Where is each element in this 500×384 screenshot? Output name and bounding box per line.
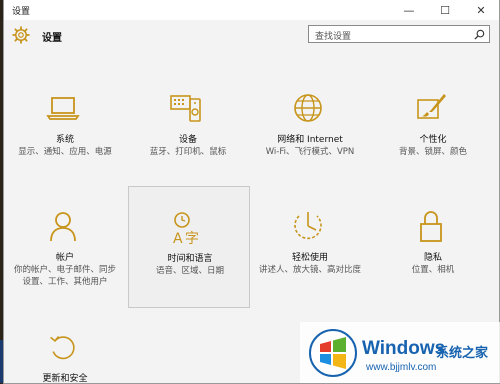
search-icon[interactable] — [474, 29, 485, 40]
watermark-url: www.bjjmlv.com — [366, 362, 437, 373]
update-icon — [50, 335, 75, 360]
svg-text:A: A — [173, 231, 183, 245]
tile-update-security[interactable]: 更新和安全 — [4, 330, 126, 384]
ease-of-access-icon — [294, 212, 322, 240]
tile-desc: 你的帐户、电子邮件、同步设置、工作、其他用户 — [13, 265, 116, 287]
search-placeholder: 查找设置 — [315, 32, 352, 42]
tile-desc: 显示、通知、应用、电源 — [18, 147, 112, 157]
windows-logo-icon — [309, 329, 357, 377]
tile-desc: 背景、锁屏、颜色 — [398, 147, 467, 157]
tile-name: 设备 — [178, 135, 197, 145]
tile-accounts[interactable]: 帐户 你的帐户、电子邮件、同步设置、工作、其他用户 — [4, 204, 126, 322]
globe-icon — [294, 94, 322, 122]
tile-name: 更新和安全 — [42, 374, 88, 384]
close-button[interactable]: ✕ — [463, 0, 499, 20]
paintbrush-icon — [417, 94, 446, 119]
watermark-brand: Windows — [362, 338, 446, 359]
gear-icon — [12, 26, 30, 44]
tile-desc: 位置、相机 — [411, 265, 455, 275]
tile-desc: 讲述人、放大镜、高对比度 — [258, 265, 361, 275]
tile-name: 隐私 — [423, 253, 442, 263]
svg-text:字: 字 — [185, 231, 199, 245]
devices-icon — [170, 95, 201, 122]
tile-desc: Wi-Fi、飞行模式、VPN — [265, 147, 355, 157]
window-title: 设置 — [12, 7, 31, 17]
lock-icon — [420, 211, 442, 242]
watermark: Windows 系统之家 www.bjjmlv.com — [300, 322, 500, 383]
tile-time-language[interactable]: A 字 时间和语言 语音、区域、日期 — [128, 186, 250, 308]
tile-name: 个性化 — [419, 135, 447, 145]
page-title: 设置 — [42, 33, 62, 44]
laptop-icon — [46, 97, 80, 120]
tile-desc: 蓝牙、打印机、鼠标 — [149, 147, 227, 157]
tile-ease-of-access[interactable]: 轻松使用 讲述人、放大镜、高对比度 — [249, 204, 371, 322]
tile-system[interactable]: 系统 显示、通知、应用、电源 — [4, 86, 126, 204]
tile-name: 帐户 — [55, 253, 74, 263]
tile-privacy[interactable]: 隐私 位置、相机 — [372, 204, 494, 322]
time-language-icon: A 字 — [173, 212, 199, 245]
watermark-brand-cn: 系统之家 — [436, 346, 489, 361]
person-icon — [50, 212, 76, 242]
tile-name: 轻松使用 — [291, 253, 328, 263]
header: 设置 查找设置 — [4, 22, 499, 52]
tile-desc: 语音、区域、日期 — [155, 266, 224, 276]
tile-personalization[interactable]: 个性化 背景、锁屏、颜色 — [372, 86, 494, 204]
tile-name: 时间和语言 — [167, 254, 213, 264]
minimize-button[interactable]: — — [391, 0, 427, 20]
search-input[interactable]: 查找设置 — [308, 25, 490, 43]
tile-name: 网络和 Internet — [277, 135, 343, 145]
maximize-button[interactable]: ☐ — [427, 0, 463, 20]
tile-network[interactable]: 网络和 Internet Wi-Fi、飞行模式、VPN — [249, 86, 371, 204]
tile-name: 系统 — [55, 135, 74, 145]
title-bar[interactable]: 设置 — ☐ ✕ — [4, 0, 499, 20]
